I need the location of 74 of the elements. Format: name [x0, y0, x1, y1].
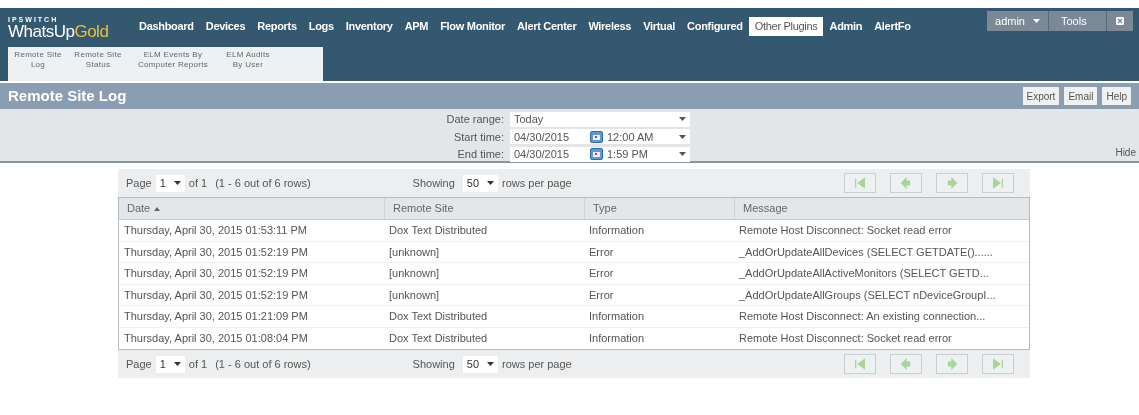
table-cell-text: Dox Text Distributed: [388, 223, 489, 238]
date-range-label: Date range:: [445, 112, 504, 127]
table-cell-text: Information: [588, 309, 646, 324]
submenu-item[interactable]: ELM Events By Computer Reports: [128, 50, 218, 70]
nav-tab[interactable]: APM: [398, 16, 435, 36]
action-button[interactable]: Export: [1022, 87, 1060, 105]
table-cell-text: Information: [588, 223, 646, 238]
page-select[interactable]: 1: [155, 174, 185, 192]
table-cell-text: _AddOrUpdateAllGroups (SELECT nDeviceGroupI...: [738, 287, 997, 303]
date-range-select[interactable]: Today: [510, 111, 690, 127]
table-cell-text: Error: [588, 244, 615, 260]
tools-menu[interactable]: Tools: [1049, 11, 1107, 31]
table-cell-text: Information: [588, 331, 646, 346]
page-label: Page: [126, 356, 152, 372]
action-button[interactable]: Help: [1102, 87, 1131, 105]
nav-tab[interactable]: Admin: [823, 16, 869, 36]
table-cell-text: Dox Text Distributed: [388, 331, 489, 346]
showing-label: Showing: [412, 175, 455, 191]
table-cell-text: [unknown]: [388, 266, 441, 281]
page-label: Page: [126, 175, 152, 191]
table-cell-text: Thursday, April 30, 2015 01:52:19 PM: [123, 287, 309, 303]
table-cell-text: Dox Text Distributed: [388, 309, 489, 324]
nav-tab[interactable]: Inventory: [339, 16, 399, 36]
table-cell-text: _AddOrUpdateAllActiveMonitors (SELECT GETD...: [738, 266, 990, 281]
nav-tab[interactable]: Virtual: [637, 16, 682, 36]
nav-tab[interactable]: Reports: [251, 16, 303, 36]
page-count: of 1: [188, 175, 208, 191]
rows-per-page-select[interactable]: 50: [462, 174, 498, 192]
page-count: of 1: [188, 356, 208, 372]
rows-per-page-select[interactable]: 50: [462, 355, 498, 373]
column-header[interactable]: Message: [734, 198, 1029, 219]
submenu-item[interactable]: Remote Site Log: [8, 50, 68, 70]
rows-per-page-label: rows per page: [502, 356, 572, 372]
column-header[interactable]: Date: [119, 198, 384, 219]
table-cell-text: _AddOrUpdateAllDevices (SELECT GETDATE()......: [738, 244, 994, 260]
table-cell-text: [unknown]: [388, 287, 441, 303]
logo[interactable]: WhatsUpGold: [8, 23, 133, 40]
nav-tab[interactable]: Devices: [199, 16, 252, 36]
table-cell-text: Thursday, April 30, 2015 01:53:11 PM: [123, 223, 309, 238]
user-menu[interactable]: admin: [987, 11, 1049, 31]
nav-tab[interactable]: Wireless: [582, 16, 638, 36]
time-label: Start time:: [452, 129, 504, 145]
showing-label: Showing: [412, 356, 455, 372]
submenu-item[interactable]: Remote Site Status: [68, 50, 128, 70]
table-cell-text: Error: [588, 287, 615, 303]
table-cell-text: Remote Host Disconnect: An existing connection...: [738, 309, 987, 324]
action-button[interactable]: Email: [1064, 87, 1098, 105]
row-range: (1 - 6 out of 6 rows): [215, 175, 311, 191]
table-cell-text: [unknown]: [388, 244, 441, 260]
page-select[interactable]: 1: [155, 355, 185, 373]
time-field[interactable]: 04/30/2015 1:59 PM: [510, 146, 690, 162]
column-header[interactable]: Type: [584, 198, 734, 219]
rows-per-page-label: rows per page: [502, 175, 572, 191]
nav-tab[interactable]: Configured: [681, 16, 749, 36]
row-range: (1 - 6 out of 6 rows): [215, 356, 311, 372]
table-cell-text: Remote Host Disconnect: Socket read error: [738, 331, 953, 346]
table-cell-text: Remote Host Disconnect: Socket read error: [738, 223, 953, 238]
table-cell-text: Thursday, April 30, 2015 01:52:19 PM: [123, 266, 309, 281]
submenu-item[interactable]: ELM Audits By User: [218, 50, 278, 70]
nav-tab[interactable]: Logs: [302, 16, 340, 36]
table-cell-text: Error: [588, 266, 615, 281]
nav-tab[interactable]: AlertFo: [868, 16, 917, 36]
nav-tab[interactable]: Dashboard: [133, 16, 200, 36]
table-cell-text: Thursday, April 30, 2015 01:52:19 PM: [123, 244, 309, 260]
time-label: End time:: [456, 147, 504, 162]
time-field[interactable]: 04/30/2015 12:00 AM: [510, 129, 690, 145]
page-title: Remote Site Log: [8, 85, 127, 106]
column-header[interactable]: Remote Site: [384, 198, 584, 219]
table-cell-text: Thursday, April 30, 2015 01:21:09 PM: [123, 309, 309, 324]
nav-tab[interactable]: Other Plugins: [748, 16, 824, 36]
nav-tab[interactable]: Flow Monitor: [434, 16, 511, 36]
nav-tab[interactable]: Alert Center: [511, 16, 583, 36]
hide-link[interactable]: Hide: [1115, 145, 1136, 160]
table-cell-text: Thursday, April 30, 2015 01:08:04 PM: [123, 331, 309, 346]
